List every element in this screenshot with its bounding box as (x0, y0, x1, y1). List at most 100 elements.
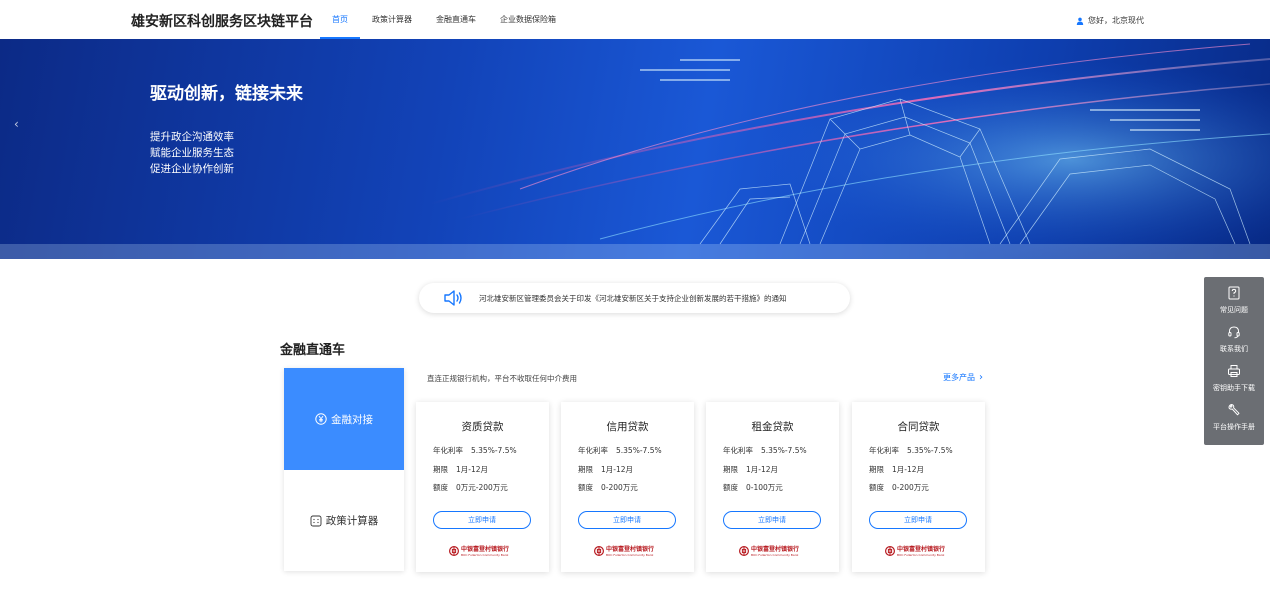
calculator-icon (310, 515, 322, 526)
rate-value: 5.35%-7.5% (616, 446, 662, 455)
banner-slogan-3: 促进企业协作创新 (150, 163, 234, 175)
tab-finance-matching[interactable]: 金融对接 (284, 368, 404, 470)
bank-name-en: BOC Fullerton Community Bank (461, 552, 509, 557)
term-value: 1月-12月 (601, 465, 634, 474)
product-card: 合同贷款 年化利率 5.35%-7.5% 期限 1月-12月 额度 0-200万元 立… (852, 402, 985, 572)
product-title: 信用贷款 (606, 421, 649, 433)
main-nav: 首页 政策计算器 金融直通车 企业数据保险箱 (320, 0, 568, 39)
product-term: 期限 1月-12月 (869, 464, 924, 475)
amount-value: 0万元-200万元 (456, 483, 508, 492)
product-amount: 额度 0-100万元 (723, 482, 783, 493)
rate-label: 年化利率 (433, 446, 463, 455)
rate-label: 年化利率 (869, 446, 899, 455)
tab-policy-label: 政策计算器 (325, 515, 379, 527)
product-rate: 年化利率 5.35%-7.5% (433, 445, 517, 456)
chevron-right-icon: › (979, 372, 983, 383)
product-term: 期限 1月-12月 (578, 464, 633, 475)
product-rate: 年化利率 5.35%-7.5% (869, 445, 953, 456)
notice-text[interactable]: 河北雄安新区管理委员会关于印发《河北雄安新区关于支持企业创新发展的若干措施》的通… (479, 293, 787, 304)
product-card: 租金贷款 年化利率 5.35%-7.5% 期限 1月-12月 额度 0-100万元 立… (706, 402, 839, 572)
side-contact-label: 联系我们 (1220, 345, 1248, 353)
bank-name: 中银富登村镇银行 (606, 545, 655, 553)
apply-button[interactable]: 立即申请 (433, 511, 531, 529)
bank-name: 中银富登村镇银行 (461, 545, 510, 553)
product-card: 信用贷款 年化利率 5.35%-7.5% 期限 1月-12月 额度 0-200万元 立… (561, 402, 694, 572)
product-rate: 年化利率 5.35%-7.5% (578, 445, 662, 456)
bank-name-en: BOC Fullerton Community Bank (897, 552, 945, 557)
rate-label: 年化利率 (723, 446, 753, 455)
product-amount: 额度 0-200万元 (578, 482, 638, 493)
bank-name: 中银富登村镇银行 (897, 545, 946, 553)
amount-value: 0-200万元 (601, 483, 638, 492)
nav-home[interactable]: 首页 (320, 0, 360, 39)
side-contact[interactable]: 联系我们 (1204, 320, 1264, 360)
product-term: 期限 1月-12月 (723, 464, 778, 475)
product-card: 资质贷款 年化利率 5.35%-7.5% 期限 1月-12月 额度 0万元-200万元… (416, 402, 549, 572)
nav-policy-calculator[interactable]: 政策计算器 (360, 0, 424, 39)
floating-side-panel: 常见问题 联系我们 密钥助手下载 平台操作手册 (1204, 277, 1264, 445)
side-manual[interactable]: 平台操作手册 (1204, 398, 1264, 438)
apply-button[interactable]: 立即申请 (578, 511, 676, 529)
bank-name: 中银富登村镇银行 (751, 545, 800, 553)
boc-logo-icon (739, 546, 749, 556)
top-header: 雄安新区科创服务区块链平台 首页 政策计算器 金融直通车 企业数据保险箱 您好，… (0, 0, 1270, 39)
product-rate: 年化利率 5.35%-7.5% (723, 445, 807, 456)
amount-label: 额度 (869, 483, 884, 492)
banner-slogan-2: 赋能企业服务生态 (150, 147, 234, 159)
site-title[interactable]: 雄安新区科创服务区块链平台 (131, 11, 313, 31)
nav-finance-express[interactable]: 金融直通车 (424, 0, 488, 39)
banner-slogans: 提升政企沟通效率 赋能企业服务生态 促进企业协作创新 (150, 129, 234, 177)
term-label: 期限 (869, 465, 884, 474)
boc-logo-icon (594, 546, 604, 556)
boc-logo-icon (885, 546, 895, 556)
bank-logo: 中银富登村镇银行 BOC Fullerton Community Bank (885, 545, 945, 557)
bank-name-en: BOC Fullerton Community Bank (606, 552, 654, 557)
tab-policy-calculator[interactable]: 政策计算器 (284, 470, 404, 571)
wrench-icon (1228, 404, 1240, 416)
yuan-icon (315, 413, 327, 425)
amount-label: 额度 (723, 483, 738, 492)
more-products-label: 更多产品 (943, 373, 975, 382)
user-greeting: 您好，北京现代 (1088, 16, 1144, 25)
hero-banner: ‹ 驱动创新，链接未来 提升政企沟通效率 赋能企业服务生态 促进企业协作创新 (0, 39, 1270, 259)
printer-icon (1228, 365, 1240, 377)
banner-prev-arrow[interactable]: ‹ (14, 117, 19, 131)
side-faq[interactable]: 常见问题 (1204, 281, 1264, 321)
product-term: 期限 1月-12月 (433, 464, 488, 475)
nav-data-vault[interactable]: 企业数据保险箱 (488, 0, 568, 39)
user-icon (1076, 17, 1084, 25)
speaker-icon (444, 290, 462, 306)
term-label: 期限 (723, 465, 738, 474)
bank-logo: 中银富登村镇银行 BOC Fullerton Community Bank (739, 545, 799, 557)
apply-button[interactable]: 立即申请 (869, 511, 967, 529)
rate-value: 5.35%-7.5% (471, 446, 517, 455)
section-tabs: 金融对接 政策计算器 (284, 368, 404, 571)
question-icon (1228, 286, 1240, 300)
more-products-link[interactable]: 更多产品 › (943, 372, 983, 383)
tab-finance-label: 金融对接 (331, 413, 373, 426)
product-amount: 额度 0-200万元 (869, 482, 929, 493)
bank-logo: 中银富登村镇银行 BOC Fullerton Community Bank (594, 545, 654, 557)
banner-slogan-1: 提升政企沟通效率 (150, 131, 234, 143)
amount-label: 额度 (578, 483, 593, 492)
product-amount: 额度 0万元-200万元 (433, 482, 508, 493)
rate-value: 5.35%-7.5% (907, 446, 953, 455)
section-description: 直连正规银行机构，平台不收取任何中介费用 (427, 374, 577, 383)
rate-value: 5.35%-7.5% (761, 446, 807, 455)
banner-title: 驱动创新，链接未来 (150, 84, 303, 104)
notice-bar[interactable]: 河北雄安新区管理委员会关于印发《河北雄安新区关于支持企业创新发展的若干措施》的通… (419, 283, 850, 313)
term-value: 1月-12月 (456, 465, 489, 474)
rate-label: 年化利率 (578, 446, 608, 455)
product-title: 租金贷款 (751, 421, 794, 433)
term-label: 期限 (433, 465, 448, 474)
user-menu[interactable]: 您好，北京现代 (1076, 15, 1144, 26)
product-title: 资质贷款 (461, 421, 504, 433)
bank-name-en: BOC Fullerton Community Bank (751, 552, 799, 557)
term-value: 1月-12月 (746, 465, 779, 474)
apply-button[interactable]: 立即申请 (723, 511, 821, 529)
amount-label: 额度 (433, 483, 448, 492)
side-key-download[interactable]: 密钥助手下载 (1204, 359, 1264, 399)
side-key-download-label: 密钥助手下载 (1213, 384, 1255, 392)
term-label: 期限 (578, 465, 593, 474)
term-value: 1月-12月 (892, 465, 925, 474)
